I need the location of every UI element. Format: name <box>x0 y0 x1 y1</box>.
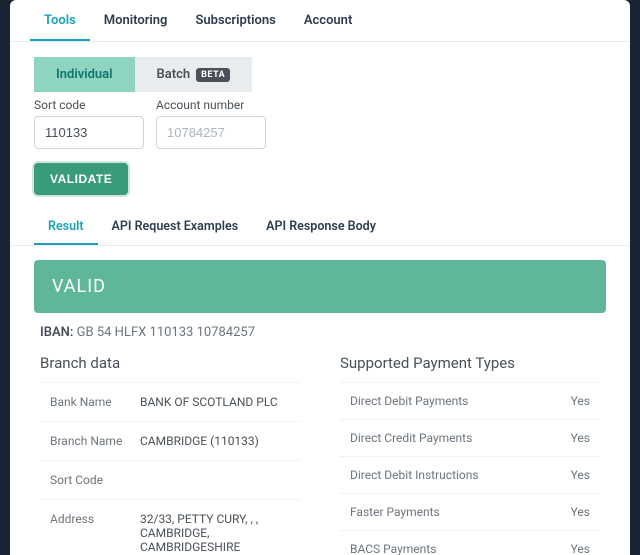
branch-row-bank-name: Bank Name BANK OF SCOTLAND PLC <box>40 382 300 421</box>
sort-code-label: Sort code <box>34 98 144 112</box>
payment-row: BACS Payments Yes <box>340 530 600 555</box>
tab-tools[interactable]: Tools <box>30 0 90 41</box>
payment-row: Direct Credit Payments Yes <box>340 419 600 456</box>
payment-value: Yes <box>571 394 590 408</box>
payment-value: Yes <box>571 431 590 445</box>
payment-label: Direct Debit Payments <box>350 394 468 408</box>
payment-row: Direct Debit Instructions Yes <box>340 456 600 493</box>
payment-types-title: Supported Payment Types <box>340 354 600 382</box>
tab-subscriptions[interactable]: Subscriptions <box>181 0 289 41</box>
result-tab-result[interactable]: Result <box>34 209 98 245</box>
bank-name-label: Bank Name <box>50 395 140 409</box>
iban-label: IBAN: <box>40 325 73 340</box>
tab-account[interactable]: Account <box>290 0 366 41</box>
bank-name-value: BANK OF SCOTLAND PLC <box>140 395 290 409</box>
payment-label: BACS Payments <box>350 542 436 555</box>
iban-value: GB 54 HLFX 110133 10784257 <box>77 325 255 340</box>
sort-code-row-value <box>140 473 290 487</box>
mode-tabs: Individual Batch BETA <box>34 57 606 92</box>
branch-data-title: Branch data <box>40 354 300 382</box>
result-tab-response[interactable]: API Response Body <box>252 209 390 245</box>
validate-button[interactable]: VALIDATE <box>34 163 128 195</box>
payment-value: Yes <box>571 468 590 482</box>
branch-row-branch-name: Branch Name CAMBRIDGE (110133) <box>40 421 300 460</box>
payment-value: Yes <box>571 505 590 519</box>
account-number-label: Account number <box>156 98 266 112</box>
iban-line: IBAN: GB 54 HLFX 110133 10784257 <box>10 325 630 354</box>
payment-label: Direct Credit Payments <box>350 431 472 445</box>
payment-row: Faster Payments Yes <box>340 493 600 530</box>
beta-badge: BETA <box>196 68 230 82</box>
payment-value: Yes <box>571 542 590 555</box>
form-row: Sort code Account number <box>10 92 630 149</box>
branch-row-address: Address 32/33, PETTY CURY, , , CAMBRIDGE… <box>40 499 300 555</box>
address-label: Address <box>50 512 140 554</box>
sort-code-row-label: Sort Code <box>50 473 140 487</box>
mode-batch-label: Batch <box>157 67 191 82</box>
branch-name-value: CAMBRIDGE (110133) <box>140 434 290 448</box>
main-tabs: Tools Monitoring Subscriptions Account <box>10 0 630 42</box>
payment-label: Faster Payments <box>350 505 440 519</box>
sort-code-input[interactable] <box>34 116 144 149</box>
payment-types-section: Supported Payment Types Direct Debit Pay… <box>340 354 600 555</box>
result-tab-request[interactable]: API Request Examples <box>98 209 253 245</box>
address-value: 32/33, PETTY CURY, , , CAMBRIDGE, CAMBRI… <box>140 512 290 554</box>
tab-monitoring[interactable]: Monitoring <box>90 0 182 41</box>
account-number-input[interactable] <box>156 116 266 149</box>
mode-batch[interactable]: Batch BETA <box>135 57 253 92</box>
branch-name-label: Branch Name <box>50 434 140 448</box>
branch-data-section: Branch data Bank Name BANK OF SCOTLAND P… <box>40 354 300 555</box>
mode-individual[interactable]: Individual <box>34 57 135 92</box>
valid-banner: VALID <box>34 260 606 313</box>
payment-row: Direct Debit Payments Yes <box>340 382 600 419</box>
branch-row-sort-code: Sort Code <box>40 460 300 499</box>
payment-label: Direct Debit Instructions <box>350 468 479 482</box>
result-tabs: Result API Request Examples API Response… <box>10 209 630 246</box>
